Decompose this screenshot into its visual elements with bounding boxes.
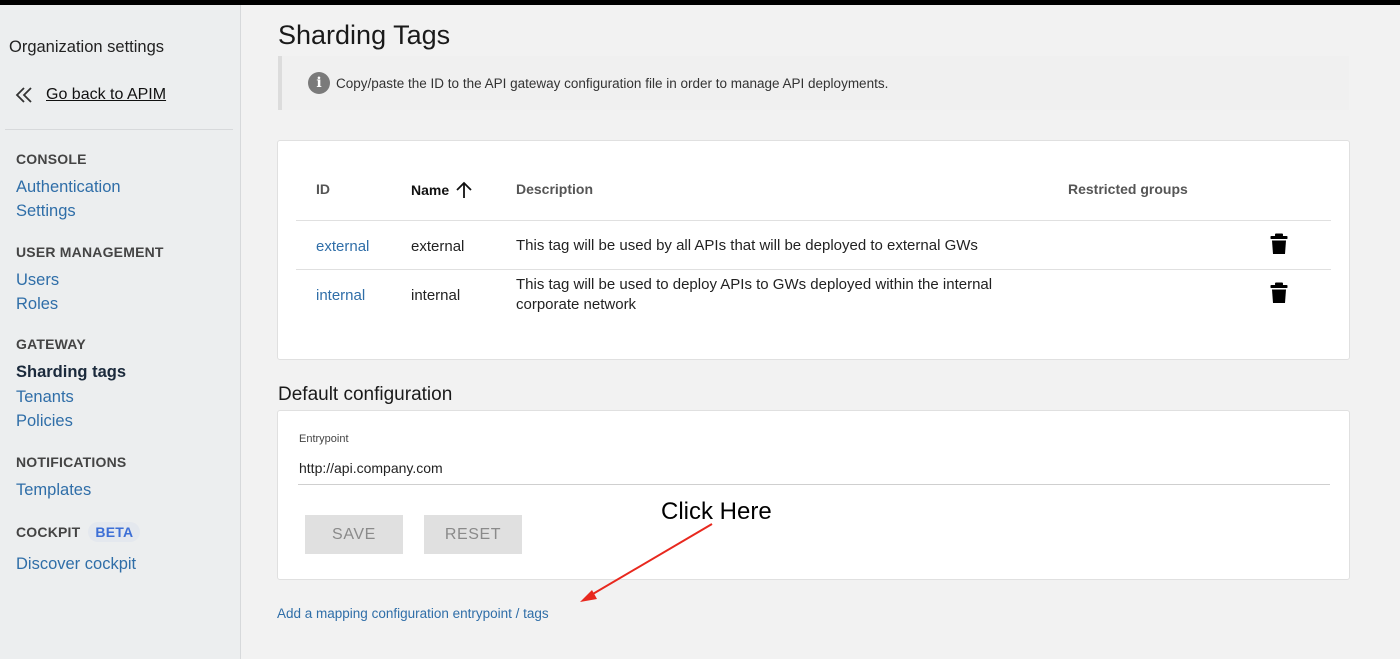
sidebar-item-templates[interactable]: Templates (16, 481, 91, 500)
entrypoint-input[interactable] (298, 457, 1330, 485)
go-back-label: Go back to APIM (46, 86, 167, 103)
row-description: This tag will be used to deploy APIs to … (516, 276, 993, 313)
column-header-restricted-groups[interactable]: Restricted groups (1068, 181, 1188, 197)
save-button[interactable]: SAVE (305, 515, 403, 554)
section-heading-notifications: NOTIFICATIONS (16, 454, 127, 470)
entrypoint-label: Entrypoint (299, 433, 349, 445)
delete-trash-icon[interactable] (1270, 282, 1288, 304)
sidebar-item-tenants[interactable]: Tenants (16, 388, 74, 407)
sidebar-divider (5, 129, 233, 130)
info-text: Copy/paste the ID to the API gateway con… (336, 75, 889, 91)
row-id-link[interactable]: external (316, 238, 369, 255)
annotation-arrow-icon (580, 523, 713, 602)
default-configuration-card: Entrypoint SAVE RESET (277, 410, 1350, 580)
section-heading-cockpit: COCKPIT BETA (16, 522, 141, 542)
row-description: This tag will be used by all APIs that w… (516, 237, 978, 254)
sidebar-item-roles[interactable]: Roles (16, 295, 58, 314)
go-back-link[interactable]: Go back to APIM (14, 85, 166, 105)
row-id-link[interactable]: internal (316, 287, 365, 304)
beta-badge: BETA (88, 522, 141, 542)
column-header-description[interactable]: Description (516, 181, 593, 197)
sort-ascending-icon (456, 181, 472, 198)
section-heading-gateway: GATEWAY (16, 336, 86, 352)
sidebar: Organization settings Go back to APIM CO… (0, 5, 241, 659)
column-header-name-label: Name (411, 182, 450, 198)
section-heading-console: CONSOLE (16, 151, 87, 167)
page-title: Sharding Tags (278, 20, 451, 50)
sidebar-item-settings[interactable]: Settings (16, 202, 76, 221)
info-banner: i Copy/paste the ID to the API gateway c… (278, 56, 1349, 110)
default-configuration-title: Default configuration (278, 384, 453, 405)
row-name: internal (411, 287, 461, 304)
row-divider (296, 269, 1331, 270)
sidebar-item-discover-cockpit[interactable]: Discover cockpit (16, 555, 136, 574)
double-chevron-left-icon (15, 87, 32, 103)
header-divider (296, 220, 1331, 221)
sidebar-item-users[interactable]: Users (16, 271, 59, 290)
info-icon: i (308, 72, 330, 94)
sidebar-item-sharding-tags[interactable]: Sharding tags (16, 363, 126, 382)
sharding-tags-table: ID Name Description Restricted groups ex… (277, 140, 1350, 360)
column-header-id[interactable]: ID (316, 181, 330, 197)
row-name: external (411, 238, 465, 255)
column-header-name[interactable]: Name (411, 181, 473, 199)
delete-trash-icon[interactable] (1270, 233, 1288, 255)
reset-button[interactable]: RESET (424, 515, 522, 554)
sidebar-item-authentication[interactable]: Authentication (16, 178, 121, 197)
cockpit-heading-label: COCKPIT (16, 524, 81, 540)
sidebar-title: Organization settings (9, 38, 165, 56)
add-mapping-link[interactable]: Add a mapping configuration entrypoint /… (277, 606, 549, 621)
section-heading-user-management: USER MANAGEMENT (16, 244, 164, 260)
sidebar-item-policies[interactable]: Policies (16, 412, 73, 431)
